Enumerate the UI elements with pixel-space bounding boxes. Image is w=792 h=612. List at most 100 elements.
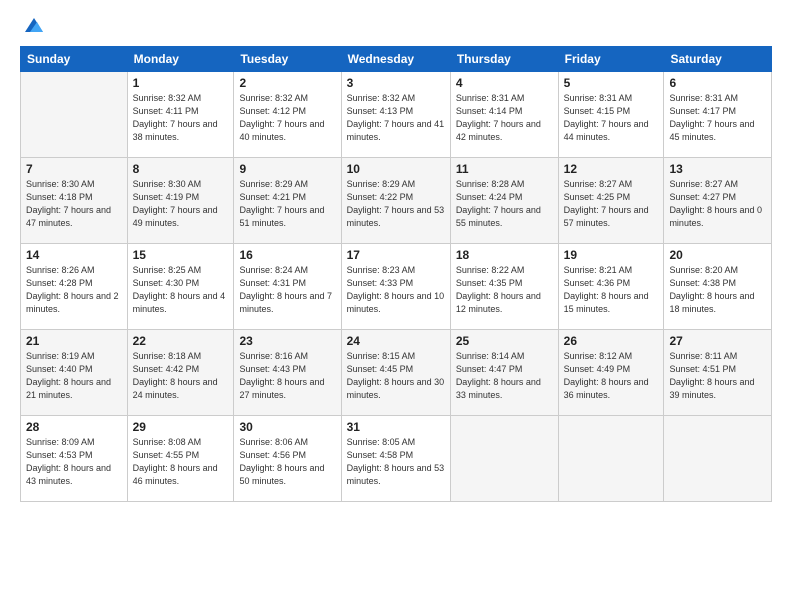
calendar-cell xyxy=(21,72,128,158)
calendar-cell: 28 Sunrise: 8:09 AMSunset: 4:53 PMDayligh… xyxy=(21,416,128,502)
calendar-cell: 21 Sunrise: 8:19 AMSunset: 4:40 PMDayligh… xyxy=(21,330,128,416)
day-info: Sunrise: 8:32 AMSunset: 4:12 PMDaylight:… xyxy=(239,92,335,144)
weekday-sunday: Sunday xyxy=(21,47,128,72)
day-info: Sunrise: 8:06 AMSunset: 4:56 PMDaylight:… xyxy=(239,436,335,488)
calendar-cell: 20 Sunrise: 8:20 AMSunset: 4:38 PMDayligh… xyxy=(664,244,772,330)
day-number: 7 xyxy=(26,162,122,176)
day-number: 28 xyxy=(26,420,122,434)
day-info: Sunrise: 8:05 AMSunset: 4:58 PMDaylight:… xyxy=(347,436,445,488)
day-info: Sunrise: 8:29 AMSunset: 4:22 PMDaylight:… xyxy=(347,178,445,230)
day-info: Sunrise: 8:27 AMSunset: 4:27 PMDaylight:… xyxy=(669,178,766,230)
day-number: 27 xyxy=(669,334,766,348)
day-info: Sunrise: 8:27 AMSunset: 4:25 PMDaylight:… xyxy=(564,178,659,230)
day-number: 9 xyxy=(239,162,335,176)
day-info: Sunrise: 8:29 AMSunset: 4:21 PMDaylight:… xyxy=(239,178,335,230)
day-number: 14 xyxy=(26,248,122,262)
day-number: 6 xyxy=(669,76,766,90)
day-number: 13 xyxy=(669,162,766,176)
calendar-cell: 16Sunrise: 8:24 AMSunset: 4:31 PMDayligh… xyxy=(234,244,341,330)
calendar-cell: 13 Sunrise: 8:27 AMSunset: 4:27 PMDayligh… xyxy=(664,158,772,244)
day-info: Sunrise: 8:20 AMSunset: 4:38 PMDaylight:… xyxy=(669,264,766,316)
day-number: 23 xyxy=(239,334,335,348)
header xyxy=(20,18,772,36)
day-info: Sunrise: 8:14 AMSunset: 4:47 PMDaylight:… xyxy=(456,350,553,402)
calendar-cell xyxy=(450,416,558,502)
page: SundayMondayTuesdayWednesdayThursdayFrid… xyxy=(0,0,792,612)
calendar-cell: 12 Sunrise: 8:27 AMSunset: 4:25 PMDayligh… xyxy=(558,158,664,244)
calendar-cell: 30 Sunrise: 8:06 AMSunset: 4:56 PMDayligh… xyxy=(234,416,341,502)
calendar-cell: 23 Sunrise: 8:16 AMSunset: 4:43 PMDayligh… xyxy=(234,330,341,416)
calendar-cell xyxy=(664,416,772,502)
day-number: 29 xyxy=(133,420,229,434)
day-info: Sunrise: 8:16 AMSunset: 4:43 PMDaylight:… xyxy=(239,350,335,402)
weekday-header-row: SundayMondayTuesdayWednesdayThursdayFrid… xyxy=(21,47,772,72)
day-info: Sunrise: 8:24 AMSunset: 4:31 PMDaylight:… xyxy=(239,264,335,316)
weekday-wednesday: Wednesday xyxy=(341,47,450,72)
day-number: 11 xyxy=(456,162,553,176)
weekday-tuesday: Tuesday xyxy=(234,47,341,72)
logo xyxy=(20,18,45,36)
day-info: Sunrise: 8:19 AMSunset: 4:40 PMDaylight:… xyxy=(26,350,122,402)
day-number: 2 xyxy=(239,76,335,90)
day-info: Sunrise: 8:15 AMSunset: 4:45 PMDaylight:… xyxy=(347,350,445,402)
day-info: Sunrise: 8:32 AMSunset: 4:13 PMDaylight:… xyxy=(347,92,445,144)
calendar-cell: 27Sunrise: 8:11 AMSunset: 4:51 PMDayligh… xyxy=(664,330,772,416)
calendar-cell: 17 Sunrise: 8:23 AMSunset: 4:33 PMDayligh… xyxy=(341,244,450,330)
weekday-friday: Friday xyxy=(558,47,664,72)
calendar-cell: 22 Sunrise: 8:18 AMSunset: 4:42 PMDayligh… xyxy=(127,330,234,416)
calendar-cell: 5 Sunrise: 8:31 AMSunset: 4:15 PMDaylight… xyxy=(558,72,664,158)
calendar-cell: 4 Sunrise: 8:31 AMSunset: 4:14 PMDaylight… xyxy=(450,72,558,158)
day-number: 20 xyxy=(669,248,766,262)
day-number: 5 xyxy=(564,76,659,90)
calendar-cell: 3Sunrise: 8:32 AMSunset: 4:13 PMDaylight… xyxy=(341,72,450,158)
day-info: Sunrise: 8:18 AMSunset: 4:42 PMDaylight:… xyxy=(133,350,229,402)
day-number: 30 xyxy=(239,420,335,434)
day-number: 22 xyxy=(133,334,229,348)
week-row-5: 28 Sunrise: 8:09 AMSunset: 4:53 PMDayligh… xyxy=(21,416,772,502)
day-number: 10 xyxy=(347,162,445,176)
day-number: 15 xyxy=(133,248,229,262)
day-info: Sunrise: 8:09 AMSunset: 4:53 PMDaylight:… xyxy=(26,436,122,488)
day-info: Sunrise: 8:26 AMSunset: 4:28 PMDaylight:… xyxy=(26,264,122,316)
day-number: 18 xyxy=(456,248,553,262)
day-info: Sunrise: 8:30 AMSunset: 4:19 PMDaylight:… xyxy=(133,178,229,230)
calendar-cell: 24 Sunrise: 8:15 AMSunset: 4:45 PMDayligh… xyxy=(341,330,450,416)
calendar-cell: 15 Sunrise: 8:25 AMSunset: 4:30 PMDayligh… xyxy=(127,244,234,330)
day-info: Sunrise: 8:30 AMSunset: 4:18 PMDaylight:… xyxy=(26,178,122,230)
day-number: 26 xyxy=(564,334,659,348)
day-number: 17 xyxy=(347,248,445,262)
calendar-cell: 2 Sunrise: 8:32 AMSunset: 4:12 PMDaylight… xyxy=(234,72,341,158)
day-number: 31 xyxy=(347,420,445,434)
calendar-cell: 26 Sunrise: 8:12 AMSunset: 4:49 PMDayligh… xyxy=(558,330,664,416)
day-number: 12 xyxy=(564,162,659,176)
day-info: Sunrise: 8:25 AMSunset: 4:30 PMDaylight:… xyxy=(133,264,229,316)
calendar-cell: 8 Sunrise: 8:30 AMSunset: 4:19 PMDaylight… xyxy=(127,158,234,244)
calendar-cell: 25Sunrise: 8:14 AMSunset: 4:47 PMDayligh… xyxy=(450,330,558,416)
day-info: Sunrise: 8:31 AMSunset: 4:17 PMDaylight:… xyxy=(669,92,766,144)
day-info: Sunrise: 8:08 AMSunset: 4:55 PMDaylight:… xyxy=(133,436,229,488)
day-info: Sunrise: 8:28 AMSunset: 4:24 PMDaylight:… xyxy=(456,178,553,230)
day-info: Sunrise: 8:31 AMSunset: 4:14 PMDaylight:… xyxy=(456,92,553,144)
day-number: 1 xyxy=(133,76,229,90)
day-number: 8 xyxy=(133,162,229,176)
calendar-cell: 10 Sunrise: 8:29 AMSunset: 4:22 PMDayligh… xyxy=(341,158,450,244)
calendar-cell: 9 Sunrise: 8:29 AMSunset: 4:21 PMDaylight… xyxy=(234,158,341,244)
week-row-4: 21 Sunrise: 8:19 AMSunset: 4:40 PMDayligh… xyxy=(21,330,772,416)
weekday-thursday: Thursday xyxy=(450,47,558,72)
week-row-2: 7 Sunrise: 8:30 AMSunset: 4:18 PMDaylight… xyxy=(21,158,772,244)
calendar-cell: 14 Sunrise: 8:26 AMSunset: 4:28 PMDayligh… xyxy=(21,244,128,330)
day-number: 24 xyxy=(347,334,445,348)
day-number: 19 xyxy=(564,248,659,262)
calendar-cell: 18Sunrise: 8:22 AMSunset: 4:35 PMDayligh… xyxy=(450,244,558,330)
day-info: Sunrise: 8:23 AMSunset: 4:33 PMDaylight:… xyxy=(347,264,445,316)
week-row-1: 1Sunrise: 8:32 AMSunset: 4:11 PMDaylight… xyxy=(21,72,772,158)
calendar-cell: 6 Sunrise: 8:31 AMSunset: 4:17 PMDaylight… xyxy=(664,72,772,158)
day-number: 21 xyxy=(26,334,122,348)
calendar-cell xyxy=(558,416,664,502)
day-info: Sunrise: 8:31 AMSunset: 4:15 PMDaylight:… xyxy=(564,92,659,144)
day-info: Sunrise: 8:12 AMSunset: 4:49 PMDaylight:… xyxy=(564,350,659,402)
calendar: SundayMondayTuesdayWednesdayThursdayFrid… xyxy=(20,46,772,502)
day-number: 4 xyxy=(456,76,553,90)
calendar-cell: 7 Sunrise: 8:30 AMSunset: 4:18 PMDaylight… xyxy=(21,158,128,244)
weekday-saturday: Saturday xyxy=(664,47,772,72)
